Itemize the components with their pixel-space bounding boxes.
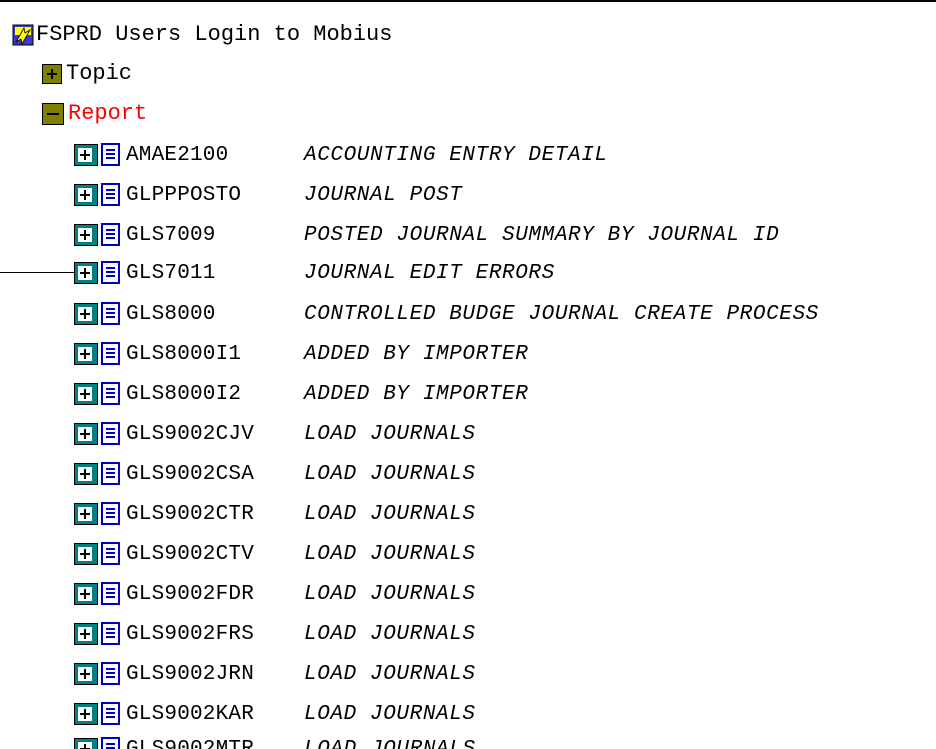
tree-node-report[interactable]: Report	[42, 99, 147, 129]
database-link-icon	[12, 24, 34, 46]
report-description: LOAD JOURNALS	[304, 462, 476, 486]
plus-icon[interactable]	[74, 663, 98, 685]
plus-icon[interactable]	[74, 383, 98, 405]
report-description: LOAD JOURNALS	[304, 737, 476, 749]
report-description: JOURNAL POST	[304, 183, 463, 207]
minus-icon[interactable]	[42, 103, 64, 125]
document-icon	[101, 342, 120, 365]
report-code: GLS9002CTR	[126, 502, 255, 526]
report-item[interactable]: GLPPPOSTO JOURNAL POST	[74, 180, 462, 210]
plus-icon[interactable]	[74, 144, 98, 166]
report-code: GLS9002FDR	[126, 582, 255, 606]
tree-node-topic[interactable]: Topic	[42, 59, 132, 89]
report-item[interactable]: GLS9002JRN LOAD JOURNALS	[74, 659, 476, 689]
report-item[interactable]: GLS8000I2 ADDED BY IMPORTER	[74, 379, 528, 409]
report-item[interactable]: GLS9002FRS LOAD JOURNALS	[74, 619, 476, 649]
root-label: FSPRD Users Login to Mobius	[36, 22, 393, 47]
plus-icon[interactable]	[74, 543, 98, 565]
report-code: GLS8000I2	[126, 382, 242, 406]
report-code: GLS7011	[126, 261, 216, 285]
report-description: POSTED JOURNAL SUMMARY BY JOURNAL ID	[304, 223, 780, 247]
document-icon	[101, 143, 120, 166]
document-icon	[101, 502, 120, 525]
document-icon	[101, 422, 120, 445]
report-code: GLPPPOSTO	[126, 183, 242, 207]
report-description: LOAD JOURNALS	[304, 422, 476, 446]
plus-icon[interactable]	[42, 64, 62, 84]
report-code: GLS7009	[126, 223, 216, 247]
report-code: GLS9002FRS	[126, 622, 255, 646]
plus-icon[interactable]	[74, 463, 98, 485]
report-code: GLS8000	[126, 302, 216, 326]
report-code: GLS9002CSA	[126, 462, 255, 486]
plus-icon[interactable]	[74, 303, 98, 325]
report-item[interactable]: GLS9002KAR LOAD JOURNALS	[74, 699, 476, 729]
document-icon	[101, 302, 120, 325]
document-icon	[101, 702, 120, 725]
report-item[interactable]: GLS9002FDR LOAD JOURNALS	[74, 579, 476, 609]
report-description: LOAD JOURNALS	[304, 702, 476, 726]
report-description: LOAD JOURNALS	[304, 502, 476, 526]
report-code: AMAE2100	[126, 143, 229, 167]
report-code: GLS8000I1	[126, 342, 242, 366]
plus-icon[interactable]	[74, 184, 98, 206]
report-description: ADDED BY IMPORTER	[304, 382, 529, 406]
report-code: GLS9002KAR	[126, 702, 255, 726]
report-description: LOAD JOURNALS	[304, 662, 476, 686]
report-description: ACCOUNTING ENTRY DETAIL	[304, 143, 608, 167]
plus-icon[interactable]	[74, 262, 98, 284]
top-border	[0, 0, 936, 2]
document-icon	[101, 662, 120, 685]
document-icon	[101, 462, 120, 485]
report-description: LOAD JOURNALS	[304, 582, 476, 606]
report-item[interactable]: GLS9002CTV LOAD JOURNALS	[74, 539, 476, 569]
report-item[interactable]: AMAE2100 ACCOUNTING ENTRY DETAIL	[74, 140, 608, 170]
report-code: GLS9002CJV	[126, 422, 255, 446]
document-icon	[101, 382, 120, 405]
topic-label: Topic	[66, 61, 133, 86]
report-label: Report	[68, 101, 148, 126]
document-icon	[101, 261, 120, 284]
plus-icon[interactable]	[74, 583, 98, 605]
report-item[interactable]: GLS7009 POSTED JOURNAL SUMMARY BY JOURNA…	[74, 220, 779, 250]
report-description: ADDED BY IMPORTER	[304, 342, 529, 366]
report-code: GLS9002CTV	[126, 542, 255, 566]
report-item[interactable]: GLS9002CJV LOAD JOURNALS	[74, 419, 476, 449]
report-description: LOAD JOURNALS	[304, 542, 476, 566]
report-item[interactable]: GLS9002CSA LOAD JOURNALS	[74, 459, 476, 489]
report-description: LOAD JOURNALS	[304, 622, 476, 646]
tree-root[interactable]: FSPRD Users Login to Mobius	[12, 20, 392, 50]
plus-icon[interactable]	[74, 503, 98, 525]
document-icon	[101, 622, 120, 645]
report-description: JOURNAL EDIT ERRORS	[304, 261, 555, 285]
document-icon	[101, 542, 120, 565]
plus-icon[interactable]	[74, 343, 98, 365]
plus-icon[interactable]	[74, 623, 98, 645]
plus-icon[interactable]	[74, 738, 98, 749]
report-code: GLS9002JRN	[126, 662, 255, 686]
report-code: GLS9002MTR	[126, 737, 255, 749]
connector-line	[0, 272, 74, 273]
document-icon	[101, 582, 120, 605]
report-item[interactable]: GLS8000I1 ADDED BY IMPORTER	[74, 339, 528, 369]
report-description: CONTROLLED BUDGE JOURNAL CREATE PROCESS	[304, 302, 819, 326]
report-item[interactable]: GLS9002CTR LOAD JOURNALS	[74, 499, 476, 529]
plus-icon[interactable]	[74, 224, 98, 246]
report-item[interactable]: GLS9002MTR LOAD JOURNALS	[74, 734, 476, 749]
plus-icon[interactable]	[74, 423, 98, 445]
plus-icon[interactable]	[74, 703, 98, 725]
report-item[interactable]: GLS7011 JOURNAL EDIT ERRORS	[74, 258, 555, 288]
document-icon	[101, 223, 120, 246]
document-icon	[101, 737, 120, 749]
report-item[interactable]: GLS8000 CONTROLLED BUDGE JOURNAL CREATE …	[74, 299, 819, 329]
document-icon	[101, 183, 120, 206]
